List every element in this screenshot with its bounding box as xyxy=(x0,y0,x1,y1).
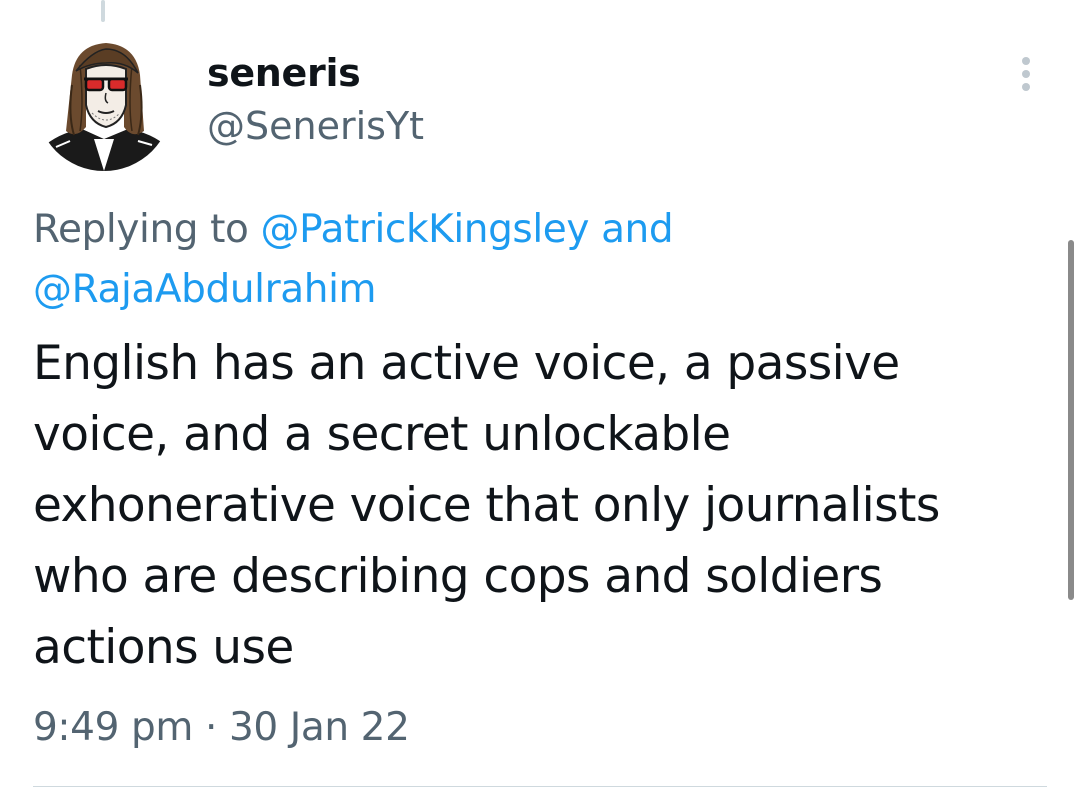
thread-connector-line xyxy=(101,0,105,22)
tweet-text-line: English has an active voice, a passive xyxy=(33,336,900,391)
avatar-illustration xyxy=(36,43,172,171)
tweet-text: English has an active voice, a passive v… xyxy=(33,328,1043,683)
more-options-button[interactable] xyxy=(1006,52,1046,96)
reply-context: Replying to @PatrickKingsley and @RajaAb… xyxy=(33,200,1033,320)
author-display-name[interactable]: seneris xyxy=(207,50,361,96)
mention-link-patrickkingsley[interactable]: @PatrickKingsley xyxy=(260,207,589,252)
divider xyxy=(33,786,1047,787)
replying-to-label: Replying to xyxy=(33,207,249,252)
timestamp-separator: · xyxy=(204,705,217,750)
author-handle[interactable]: @SenerisYt xyxy=(207,103,424,149)
avatar[interactable] xyxy=(36,35,172,171)
tweet-text-line: who are describing cops and soldiers xyxy=(33,549,883,604)
scrollbar[interactable] xyxy=(1068,240,1074,600)
mention-conjunction: and xyxy=(601,207,674,252)
tweet-text-line: voice, and a secret unlockable xyxy=(33,407,731,462)
mention-link-rajaabdulrahim[interactable]: @RajaAbdulrahim xyxy=(33,267,377,312)
tweet-timestamp[interactable]: 9:49 pm · 30 Jan 22 xyxy=(33,700,410,756)
tweet-text-line: actions use xyxy=(33,620,294,675)
tweet-time: 9:49 pm xyxy=(33,705,193,750)
more-vertical-icon xyxy=(1022,57,1030,91)
tweet-text-line: exhonerative voice that only journalists xyxy=(33,478,940,533)
tweet-date: 30 Jan 22 xyxy=(228,705,410,750)
